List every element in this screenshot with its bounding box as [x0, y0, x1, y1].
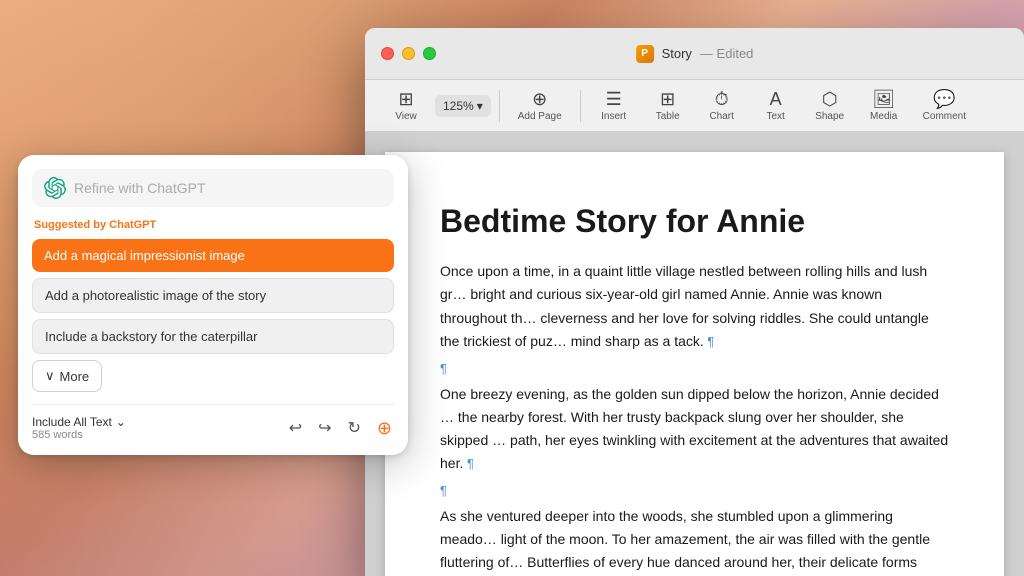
close-button[interactable] — [381, 47, 394, 60]
traffic-lights — [381, 47, 436, 60]
toolbar-divider-2 — [580, 90, 581, 122]
zoom-control[interactable]: 125% ▾ — [435, 95, 491, 117]
window-title-area: P Story — Edited — [636, 45, 754, 63]
include-all-text-button[interactable]: Include All Text ⌄ — [32, 415, 126, 429]
document-page: Bedtime Story for Annie Once upon a time… — [385, 152, 1004, 576]
chatgpt-input-row[interactable]: Refine with ChatGPT — [32, 169, 394, 207]
document-title: Bedtime Story for Annie — [440, 202, 949, 240]
toolbar: ⊞ View 125% ▾ ⊕ Add Page ☰ Insert ⊞ Tabl… — [365, 80, 1024, 132]
empty-paragraph-2: ¶ — [440, 483, 949, 505]
view-label: View — [395, 111, 417, 122]
document-paragraph-1: Once upon a time, in a quaint little vil… — [440, 260, 949, 352]
toolbar-shape[interactable]: ⬡ Shape — [805, 86, 855, 126]
toolbar-media[interactable]: 🖼 Media — [859, 86, 909, 126]
text-icon: A — [770, 90, 782, 108]
toolbar-insert[interactable]: ☰ Insert — [589, 86, 639, 126]
refresh-button[interactable]: ↻ — [346, 416, 363, 440]
shape-label: Shape — [815, 111, 844, 122]
comment-label: Comment — [923, 111, 966, 122]
include-text-label: Include All Text — [32, 415, 112, 429]
footer-left: Include All Text ⌄ 585 words — [32, 415, 126, 441]
add-page-label: Add Page — [518, 111, 562, 122]
toolbar-comment[interactable]: 💬 Comment — [913, 86, 976, 126]
zoom-chevron-icon: ▾ — [477, 99, 483, 113]
zoom-value: 125% — [443, 99, 474, 113]
insert-icon: ☰ — [606, 90, 622, 108]
window-edited-label: — Edited — [700, 46, 753, 61]
suggestion-1-button[interactable]: Add a magical impressionist image — [32, 239, 394, 272]
maximize-button[interactable] — [423, 47, 436, 60]
media-label: Media — [870, 111, 897, 122]
toolbar-add-page[interactable]: ⊕ Add Page — [508, 86, 572, 126]
more-label: More — [60, 369, 90, 384]
text-label: Text — [767, 111, 785, 122]
media-icon: 🖼 — [872, 90, 895, 108]
chart-icon: ⏱ — [715, 90, 729, 108]
word-count-label: 585 words — [32, 429, 126, 441]
chevron-icon: ⌄ — [116, 415, 126, 429]
toolbar-text[interactable]: A Text — [751, 86, 801, 126]
shape-icon: ⬡ — [822, 90, 838, 108]
redo-button[interactable]: ↪ — [316, 416, 333, 440]
table-label: Table — [656, 111, 680, 122]
suggested-by-label: Suggested by ChatGPT — [32, 219, 394, 231]
chart-label: Chart — [709, 111, 733, 122]
undo-button[interactable]: ↩ — [287, 416, 304, 440]
document-area: Bedtime Story for Annie Once upon a time… — [365, 132, 1024, 576]
chatgpt-logo-icon — [44, 177, 66, 199]
add-button[interactable]: ⊕ — [375, 416, 394, 441]
view-icon: ⊞ — [398, 90, 413, 108]
chatgpt-input-placeholder: Refine with ChatGPT — [74, 180, 382, 196]
empty-paragraph-1: ¶ — [440, 361, 949, 383]
toolbar-divider-1 — [499, 90, 500, 122]
toolbar-chart[interactable]: ⏱ Chart — [697, 86, 747, 126]
toolbar-view[interactable]: ⊞ View — [381, 86, 431, 126]
insert-label: Insert — [601, 111, 626, 122]
comment-icon: 💬 — [933, 90, 955, 108]
table-icon: ⊞ — [660, 90, 675, 108]
document-paragraph-2: One breezy evening, as the golden sun di… — [440, 383, 949, 475]
document-paragraph-3: As she ventured deeper into the woods, s… — [440, 505, 949, 576]
more-suggestions-button[interactable]: ∨ More — [32, 360, 102, 392]
title-bar: P Story — Edited — [365, 28, 1024, 80]
add-page-icon: ⊕ — [532, 90, 547, 108]
panel-footer: Include All Text ⌄ 585 words ↩ ↪ ↻ ⊕ — [32, 404, 394, 441]
paragraph-mark-2: ¶ — [463, 456, 474, 471]
paragraph-mark-1: ¶ — [704, 334, 715, 349]
toolbar-table[interactable]: ⊞ Table — [643, 86, 693, 126]
minimize-button[interactable] — [402, 47, 415, 60]
suggestion-3-button[interactable]: Include a backstory for the caterpillar — [32, 319, 394, 354]
window-title: Story — [662, 46, 692, 61]
suggestion-2-button[interactable]: Add a photorealistic image of the story — [32, 278, 394, 313]
footer-actions: ↩ ↪ ↻ ⊕ — [287, 416, 394, 441]
chatgpt-panel: Refine with ChatGPT Suggested by ChatGPT… — [18, 155, 408, 455]
chevron-down-icon: ∨ — [45, 368, 55, 384]
pages-app-icon: P — [636, 45, 654, 63]
pages-window: P Story — Edited ⊞ View 125% ▾ ⊕ Add Pag… — [365, 28, 1024, 576]
